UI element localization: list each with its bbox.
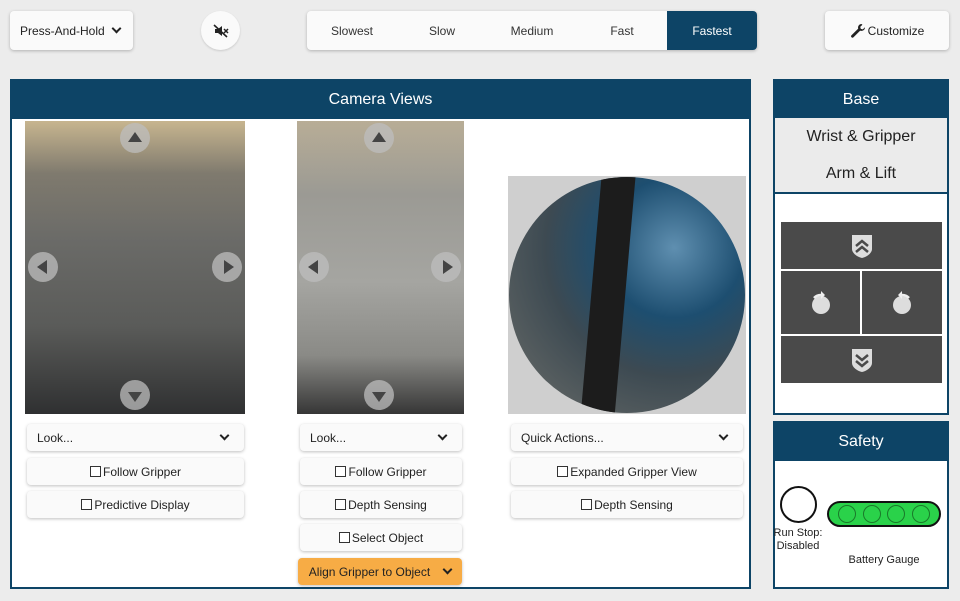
overhead-camera-view[interactable] (25, 121, 245, 414)
predictive-display-checkbox[interactable]: Predictive Display (27, 491, 244, 518)
arrow-left-icon (36, 260, 47, 274)
rotate-right-icon (893, 290, 911, 314)
drive-forward-button[interactable] (781, 222, 942, 269)
speaker-muted-icon (212, 23, 229, 38)
gripper-camera-image (509, 177, 745, 413)
gripper-camera-view[interactable] (508, 176, 746, 414)
tab-wrist-gripper[interactable]: Wrist & Gripper (775, 118, 947, 155)
base-dpad (781, 222, 943, 384)
overhead-look-dropdown[interactable]: Look... (27, 424, 244, 451)
predictive-display-label: Predictive Display (94, 497, 190, 512)
look-left-button[interactable] (28, 252, 58, 282)
realsense-depth-sensing-checkbox[interactable]: Depth Sensing (300, 491, 462, 518)
checkbox-icon (338, 532, 350, 543)
rotate-left-icon (811, 290, 830, 314)
quick-actions-label: Quick Actions... (521, 430, 604, 445)
tab-arm-lift[interactable]: Arm & Lift (775, 155, 947, 192)
battery-cell (838, 505, 857, 523)
checkbox-icon (81, 499, 93, 510)
arrow-left-icon (307, 260, 318, 274)
top-bar: Press-And-Hold Slowest Slow Medium Fast … (0, 0, 960, 62)
run-stop-label: Run Stop: Disabled (773, 527, 823, 552)
turn-left-button[interactable] (781, 271, 860, 334)
realsense-follow-gripper-label: Follow Gripper (348, 464, 427, 479)
gripper-finger (579, 177, 637, 413)
arrow-down-icon (128, 391, 142, 402)
arrow-up-icon (372, 131, 386, 142)
quick-actions-dropdown[interactable]: Quick Actions... (511, 424, 743, 451)
chevron-down-icon (718, 430, 729, 441)
realsense-camera-view[interactable] (297, 121, 464, 414)
camera-views-panel: Camera Views Look... Follow Gripper Pred… (10, 79, 751, 589)
drive-backward-button[interactable] (781, 336, 942, 383)
overhead-look-label: Look... (37, 430, 74, 445)
look-left-button[interactable] (299, 252, 329, 282)
camera-views-title: Camera Views (12, 81, 749, 119)
checkbox-icon (89, 466, 101, 477)
speed-selector: Slowest Slow Medium Fast Fastest (307, 11, 757, 50)
tab-divider (775, 192, 947, 194)
align-gripper-button[interactable]: Align Gripper to Object (298, 558, 462, 585)
battery-cell (911, 505, 930, 523)
speed-slowest[interactable]: Slowest (307, 11, 397, 50)
look-up-button[interactable] (120, 123, 150, 153)
chevrons-up-icon (851, 234, 872, 258)
realsense-look-label: Look... (310, 430, 347, 445)
safety-panel: Safety Run Stop: Disabled Battery Gauge (773, 421, 949, 589)
battery-cell (862, 505, 881, 523)
control-mode-panel: Base Wrist & Gripper Arm & Lift (773, 79, 949, 415)
turn-right-button[interactable] (862, 271, 942, 334)
arrow-down-icon (372, 391, 386, 402)
gripper-depth-sensing-checkbox[interactable]: Depth Sensing (511, 491, 743, 518)
look-down-button[interactable] (120, 380, 150, 410)
align-gripper-label: Align Gripper to Object (308, 564, 431, 579)
customize-button[interactable]: Customize (825, 11, 949, 50)
chevron-down-icon (111, 23, 122, 34)
action-mode-label: Press-And-Hold (20, 23, 105, 38)
run-stop-button[interactable] (780, 486, 817, 523)
chevrons-down-icon (851, 348, 872, 372)
realsense-follow-gripper-checkbox[interactable]: Follow Gripper (300, 458, 462, 485)
look-right-button[interactable] (212, 252, 242, 282)
look-down-button[interactable] (364, 380, 394, 410)
checkbox-icon (335, 466, 347, 477)
realsense-look-dropdown[interactable]: Look... (300, 424, 462, 451)
checkbox-icon (581, 499, 593, 510)
speed-fastest[interactable]: Fastest (667, 11, 757, 50)
action-mode-dropdown[interactable]: Press-And-Hold (10, 11, 133, 50)
chevron-down-icon (219, 430, 230, 441)
speed-medium[interactable]: Medium (487, 11, 577, 50)
checkbox-icon (557, 466, 569, 477)
chevron-down-icon (442, 564, 453, 575)
tab-base[interactable]: Base (775, 81, 947, 118)
customize-label: Customize (867, 23, 925, 38)
look-right-button[interactable] (431, 252, 461, 282)
arrow-right-icon (442, 260, 453, 274)
checkbox-icon (335, 499, 347, 510)
arrow-right-icon (223, 260, 234, 274)
select-object-checkbox[interactable]: Select Object (300, 524, 462, 551)
select-object-label: Select Object (351, 530, 424, 545)
expanded-gripper-view-checkbox[interactable]: Expanded Gripper View (511, 458, 743, 485)
safety-title: Safety (775, 423, 947, 461)
overhead-follow-gripper-checkbox[interactable]: Follow Gripper (27, 458, 244, 485)
speed-fast[interactable]: Fast (577, 11, 667, 50)
wrench-icon (850, 23, 865, 38)
expanded-gripper-view-label: Expanded Gripper View (570, 464, 697, 479)
overhead-follow-gripper-label: Follow Gripper (102, 464, 182, 479)
mute-button[interactable] (201, 11, 240, 50)
speed-slow[interactable]: Slow (397, 11, 487, 50)
battery-gauge (827, 501, 941, 527)
look-up-button[interactable] (364, 123, 394, 153)
battery-cell (887, 505, 906, 523)
gripper-depth-sensing-label: Depth Sensing (594, 497, 673, 512)
realsense-depth-sensing-label: Depth Sensing (348, 497, 427, 512)
chevron-down-icon (437, 430, 448, 441)
arrow-up-icon (128, 131, 142, 142)
battery-gauge-label: Battery Gauge (848, 554, 920, 566)
